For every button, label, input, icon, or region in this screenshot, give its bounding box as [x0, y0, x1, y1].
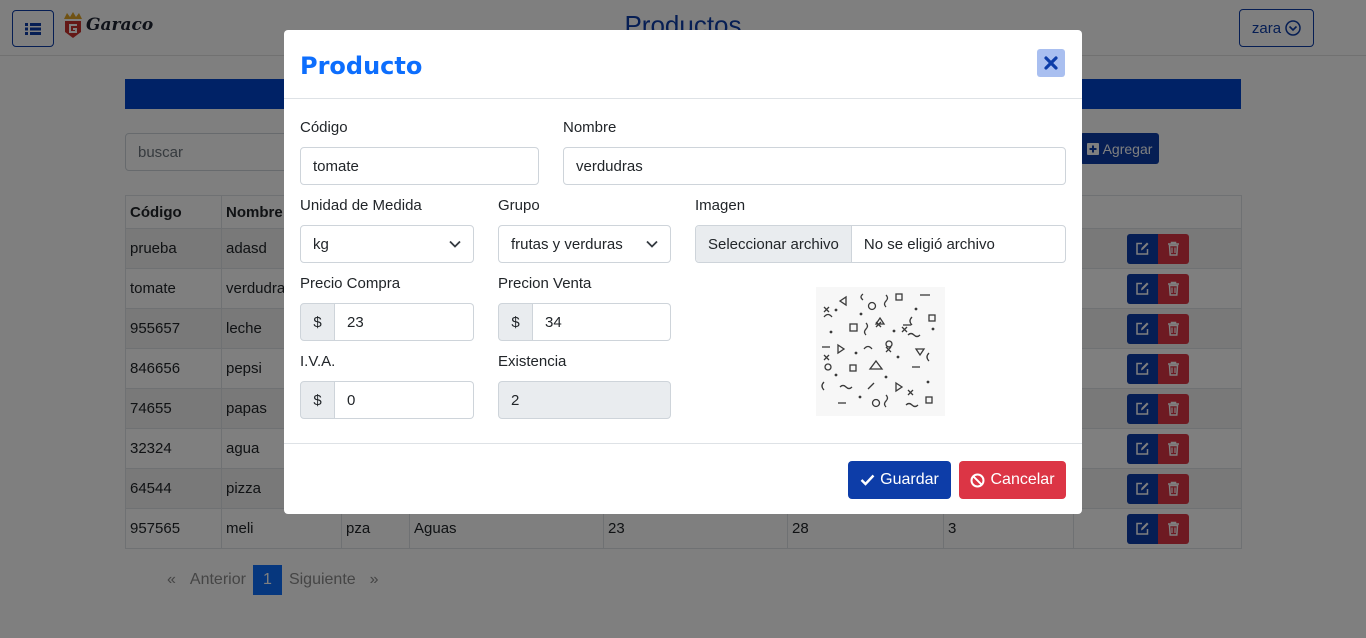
chevron-down-icon: [646, 240, 658, 248]
nombre-input[interactable]: verdudras: [563, 147, 1066, 185]
currency-addon: $: [300, 381, 335, 419]
doodle-pattern-image: [821, 293, 936, 408]
codigo-input[interactable]: tomate: [300, 147, 539, 185]
file-choose-button[interactable]: Seleccionar archivo: [696, 226, 852, 262]
existencia-input: 2: [498, 381, 671, 419]
unidad-label: Unidad de Medida: [300, 197, 422, 214]
existencia-label: Existencia: [498, 353, 567, 370]
file-name: No se eligió archivo: [863, 235, 995, 253]
iva-input[interactable]: 0: [335, 381, 474, 419]
unidad-select[interactable]: kg: [300, 225, 474, 263]
precio-venta-label: Precion Venta: [498, 275, 592, 292]
precio-venta-input[interactable]: 34: [533, 303, 671, 341]
precio-compra-label: Precio Compra: [300, 275, 401, 292]
grupo-select[interactable]: frutas y verduras: [498, 225, 671, 263]
modal-header: Producto: [284, 30, 1082, 99]
ban-icon: [970, 473, 985, 487]
check-icon: [860, 474, 875, 486]
product-modal: Producto Código tomate Nombre verdudras …: [284, 30, 1082, 514]
currency-addon: $: [498, 303, 533, 341]
imagen-file-input[interactable]: Seleccionar archivo No se eligió archivo: [695, 225, 1066, 263]
nombre-label: Nombre: [563, 119, 617, 136]
modal-footer: Guardar Cancelar: [284, 443, 1082, 514]
grupo-label: Grupo: [498, 197, 540, 214]
chevron-down-icon: [449, 240, 461, 248]
precio-venta-group: $ 34: [498, 303, 671, 341]
precio-compra-input[interactable]: 23: [335, 303, 474, 341]
codigo-label: Código: [300, 119, 348, 136]
close-icon: [1044, 56, 1058, 70]
product-image-preview: [816, 287, 945, 416]
modal-title: Producto: [300, 52, 423, 80]
currency-addon: $: [300, 303, 335, 341]
precio-compra-group: $ 23: [300, 303, 474, 341]
save-button[interactable]: Guardar: [848, 461, 951, 499]
iva-label: I.V.A.: [300, 353, 336, 370]
imagen-label: Imagen: [695, 197, 746, 214]
cancel-button[interactable]: Cancelar: [959, 461, 1066, 499]
close-button[interactable]: [1037, 49, 1065, 77]
iva-group: $ 0: [300, 381, 474, 419]
